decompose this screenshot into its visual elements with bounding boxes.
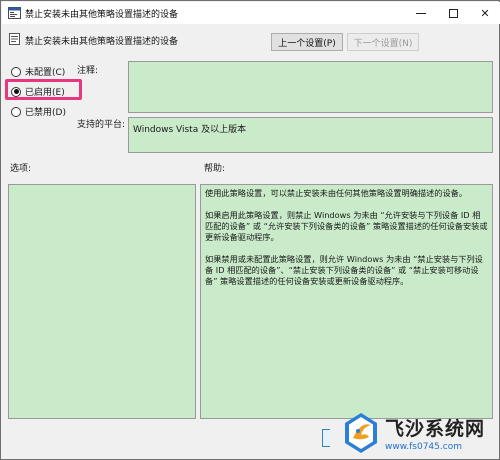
highlight-box — [5, 79, 82, 100]
radio-circle[interactable] — [11, 66, 21, 77]
comment-label: 注释: — [77, 66, 99, 76]
policy-header: 禁止安装未由其他策略设置描述的设备 上一个设置(P) 下一个设置(N) — [1, 24, 500, 54]
help-panel[interactable]: 使用此策略设置，可以禁止安装未由任何其他策略设置明确描述的设备。 如果启用此策略… — [200, 184, 493, 419]
options-label: 选项: — [10, 164, 32, 174]
policy-dialog-window: 禁止安装未由其他策略设置描述的设备 ✕ 禁止安装未由其他策略设置描述的设备 上一… — [0, 0, 500, 460]
watermark-logo-icon — [345, 413, 377, 453]
title-bar[interactable]: 禁止安装未由其他策略设置描述的设备 ✕ — [2, 2, 500, 24]
radio-circle[interactable] — [11, 106, 21, 117]
supported-platform-value: Windows Vista 及以上版本 — [133, 125, 247, 135]
policy-name: 禁止安装未由其他策略设置描述的设备 — [25, 37, 179, 47]
watermark-name: 飞沙系统网 — [385, 418, 486, 440]
supported-platform-label: 支持的平台: — [77, 120, 126, 130]
close-button[interactable]: ✕ — [469, 2, 500, 24]
close-icon: ✕ — [480, 6, 490, 20]
options-panel[interactable] — [8, 184, 196, 419]
next-setting-button[interactable]: 下一个设置(N) — [347, 33, 419, 51]
radio-not-configured[interactable]: 未配置(C) — [11, 65, 65, 78]
maximize-icon — [448, 8, 458, 18]
watermark-text: 飞沙系统网 www.fs0745.com — [385, 414, 485, 452]
radio-disabled[interactable]: 已禁用(D) — [11, 105, 66, 118]
minimize-button[interactable] — [405, 2, 437, 24]
help-label: 帮助: — [204, 164, 226, 174]
radio-label-disabled: 已禁用(D) — [25, 108, 66, 118]
maximize-button[interactable] — [437, 2, 469, 24]
help-paragraph: 如果启用此策略设置，则禁止 Windows 为未由 “允许安装与下列设备 ID … — [205, 210, 488, 242]
minimize-icon — [416, 12, 426, 14]
policy-setting-icon — [9, 33, 20, 45]
help-text: 使用此策略设置，可以禁止安装未由任何其他策略设置明确描述的设备。 如果启用此策略… — [201, 185, 492, 287]
previous-setting-button[interactable]: 上一个设置(P) — [271, 33, 343, 51]
ok-button[interactable] — [322, 429, 330, 447]
watermark-url: www.fs0745.com — [385, 442, 462, 452]
help-paragraph: 使用此策略设置，可以禁止安装未由任何其他策略设置明确描述的设备。 — [205, 188, 468, 198]
group-policy-app-icon — [8, 7, 21, 19]
help-paragraph: 如果禁用或未配置此策略设置，则允许 Windows 为未由 “禁止安装与下列设备… — [205, 254, 483, 286]
window-title: 禁止安装未由其他策略设置描述的设备 — [25, 10, 179, 20]
supported-platform-box: Windows Vista 及以上版本 — [128, 117, 493, 153]
watermark: 飞沙系统网 www.fs0745.com — [341, 409, 499, 457]
comment-textarea[interactable] — [128, 61, 493, 113]
radio-label-not-configured: 未配置(C) — [25, 68, 66, 78]
